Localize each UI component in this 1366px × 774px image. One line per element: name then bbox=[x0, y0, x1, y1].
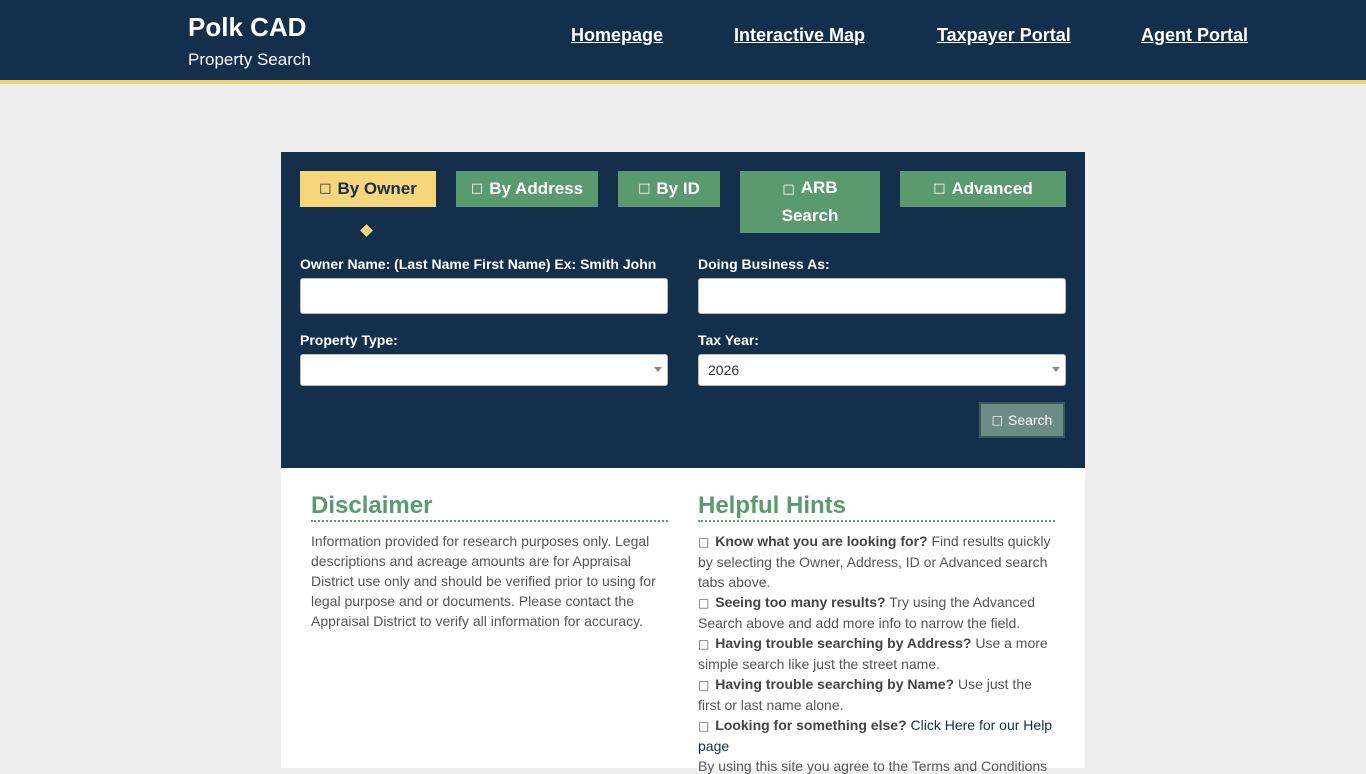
hint-title: Looking for something else? bbox=[715, 717, 907, 733]
hint-title: Know what you are looking for? bbox=[715, 533, 928, 549]
tab-label-line1: ARB bbox=[800, 178, 838, 197]
top-navigation-bar: Polk CAD Property Search Homepage Intera… bbox=[0, 0, 1366, 84]
hint-item: □ Know what you are looking for? Find re… bbox=[698, 531, 1055, 592]
tax-year-label: Tax Year: bbox=[698, 332, 759, 348]
chevron-down-icon bbox=[1052, 367, 1060, 372]
nav-agent-portal-link[interactable]: Agent Portal bbox=[1141, 25, 1248, 46]
owner-name-input[interactable] bbox=[300, 278, 668, 314]
terms-text: By using this site you agree to the Term… bbox=[698, 758, 1048, 774]
sliders-icon: □ bbox=[933, 181, 946, 196]
user-icon: □ bbox=[319, 181, 332, 196]
hint-item: □ Having trouble searching by Address? U… bbox=[698, 633, 1055, 674]
disclaimer-text: Information provided for research purpos… bbox=[311, 533, 656, 629]
tax-year-select[interactable]: 2026 bbox=[698, 354, 1066, 386]
tab-label: Advanced bbox=[951, 179, 1033, 198]
tab-advanced[interactable]: □ Advanced bbox=[900, 171, 1066, 207]
tab-label: By Address bbox=[489, 179, 584, 198]
property-type-select[interactable] bbox=[300, 354, 668, 386]
helpful-hints-heading: Helpful Hints bbox=[698, 492, 1055, 522]
nav-taxpayer-portal-link[interactable]: Taxpayer Portal bbox=[937, 25, 1071, 46]
hint-item: □ Having trouble searching by Name? Use … bbox=[698, 674, 1055, 715]
info-section: Disclaimer Information provided for rese… bbox=[281, 468, 1085, 774]
property-type-label: Property Type: bbox=[300, 332, 398, 348]
check-icon: □ bbox=[698, 596, 710, 610]
helpful-hints-list: □ Know what you are looking for? Find re… bbox=[698, 531, 1055, 756]
hint-title: Having trouble searching by Address? bbox=[715, 635, 972, 651]
owner-name-label: Owner Name: (Last Name First Name) Ex: S… bbox=[300, 256, 657, 272]
tab-label: By ID bbox=[656, 179, 700, 198]
chevron-down-icon bbox=[654, 367, 662, 372]
nav-interactive-map-link[interactable]: Interactive Map bbox=[734, 25, 865, 46]
tab-by-id[interactable]: □ By ID bbox=[618, 171, 720, 207]
check-icon: □ bbox=[698, 678, 710, 692]
tab-by-owner[interactable]: □ By Owner bbox=[300, 171, 436, 207]
hint-title: Seeing too many results? bbox=[715, 594, 886, 610]
active-tab-indicator bbox=[360, 224, 373, 237]
dba-input[interactable] bbox=[698, 278, 1066, 314]
tab-arb-search[interactable]: □ ARB Search bbox=[740, 171, 880, 233]
check-icon: □ bbox=[698, 535, 710, 549]
id-icon: □ bbox=[638, 181, 651, 196]
hint-item: □ Looking for something else? Click Here… bbox=[698, 715, 1055, 756]
tax-year-value: 2026 bbox=[708, 362, 740, 378]
home-icon: □ bbox=[470, 181, 484, 196]
site-subtitle: Property Search bbox=[188, 50, 311, 69]
check-icon: □ bbox=[698, 719, 710, 733]
nav-homepage-link[interactable]: Homepage bbox=[571, 25, 663, 46]
gavel-icon: □ bbox=[782, 182, 795, 197]
tab-by-address[interactable]: □ By Address bbox=[456, 171, 598, 207]
tab-label: By Owner bbox=[337, 179, 417, 198]
hint-title: Having trouble searching by Name? bbox=[715, 676, 955, 692]
search-button[interactable]: □ Search bbox=[979, 402, 1065, 438]
search-icon: □ bbox=[991, 413, 1003, 427]
dba-label: Doing Business As: bbox=[698, 256, 830, 272]
main-nav: Homepage Interactive Map Taxpayer Portal… bbox=[0, 25, 1366, 49]
tab-label-line2: Search bbox=[781, 206, 839, 225]
search-button-label: Search bbox=[1007, 412, 1053, 428]
disclaimer-heading: Disclaimer bbox=[311, 492, 668, 522]
hint-item: □ Seeing too many results? Try using the… bbox=[698, 592, 1055, 633]
search-panel: □ By Owner □ By Address □ By ID □ ARB Sea… bbox=[281, 152, 1085, 468]
check-icon: □ bbox=[698, 637, 710, 651]
